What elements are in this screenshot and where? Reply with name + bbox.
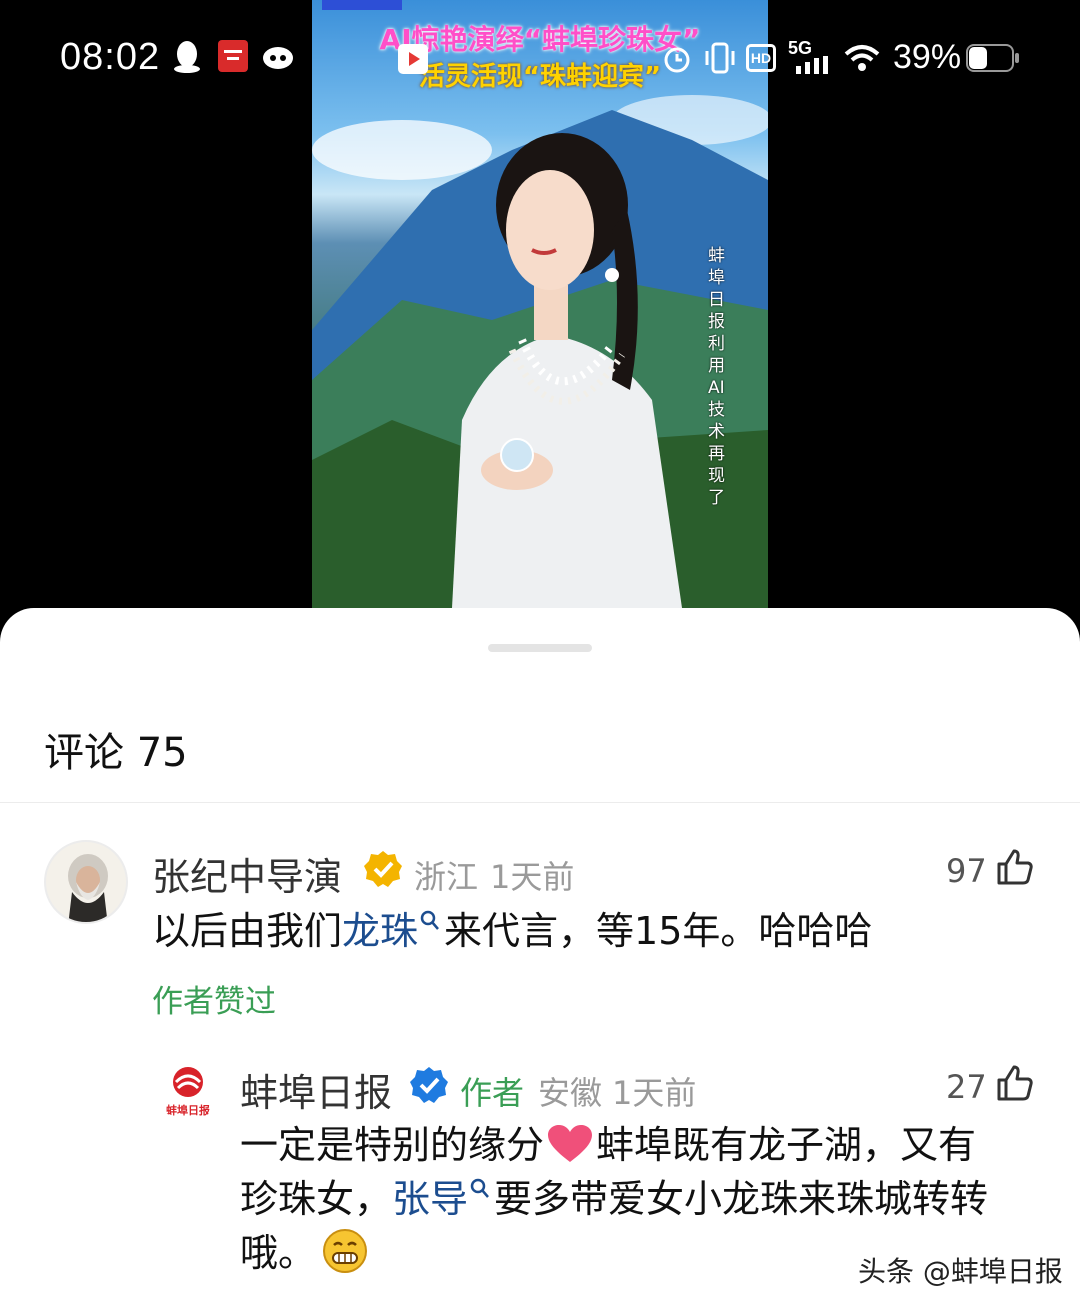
- avatar[interactable]: [44, 840, 128, 924]
- comment-location: 浙江: [414, 858, 479, 896]
- comment-text-before: 一定是特别的缘分: [240, 1123, 545, 1167]
- comment-text-after: 来代言，等15年。哈哈哈: [444, 909, 873, 953]
- comment-text: 以后由我们龙珠 来代言，等15年。哈哈哈: [152, 904, 872, 958]
- comment-text-line3: 哦。: [240, 1231, 317, 1275]
- drag-handle[interactable]: [488, 644, 592, 652]
- avatar[interactable]: 蚌埠日报: [158, 1062, 218, 1122]
- comment-time: 1天前: [490, 858, 575, 896]
- comment-text-mid: 蚌埠既有龙子湖，又有: [596, 1123, 977, 1167]
- wifi-icon: [844, 45, 880, 71]
- battery-icon: [966, 44, 1019, 72]
- signal-icon: [796, 56, 828, 74]
- grin-emoji-icon: [323, 1229, 368, 1273]
- comments-title: 评论 75: [44, 730, 188, 776]
- author-tag: 作者: [460, 1074, 525, 1112]
- verified-blue-icon: [410, 1067, 448, 1103]
- avatar-portrait-image: [68, 854, 108, 922]
- comment-text-before: 以后由我们: [152, 909, 343, 953]
- comment-time: 1天前: [612, 1074, 697, 1112]
- cat-app-icon: [263, 47, 293, 69]
- like-count: 27: [946, 1068, 987, 1106]
- status-time: 08:02: [60, 36, 161, 78]
- comment-search-link[interactable]: 张导: [392, 1177, 468, 1221]
- comment-search-link[interactable]: 龙珠: [342, 909, 418, 953]
- comment-text-line2-after: 要多带爱女小龙珠来珠城转转: [494, 1177, 989, 1221]
- battery-percent: 39%: [893, 38, 962, 76]
- video-app-icon: [398, 44, 428, 74]
- thumbs-up-icon[interactable]: [996, 1064, 1034, 1102]
- thumbs-up-icon[interactable]: [996, 848, 1034, 886]
- like-count: 97: [946, 852, 987, 890]
- alarm-icon: [664, 47, 690, 73]
- hd-icon: HD: [746, 44, 776, 72]
- comment-location: 安徽: [538, 1074, 603, 1112]
- qq-icon: [174, 41, 200, 73]
- video-vertical-caption: 蚌埠日报利用AI技术再现了: [708, 246, 725, 508]
- comment-line: 珍珠女，张导 要多带爱女小龙珠来珠城转转: [240, 1172, 1040, 1226]
- search-icon[interactable]: [470, 1178, 490, 1200]
- comment-line: 一定是特别的缘分 蚌埠既有龙子湖，又有: [240, 1118, 1040, 1172]
- heart-icon: [548, 1125, 593, 1162]
- comment-username[interactable]: 张纪中导演: [152, 846, 342, 901]
- author-liked-tag: 作者赞过: [152, 984, 276, 1020]
- vibrate-icon: [705, 42, 735, 74]
- status-bar: 08:02 HD 5G 39%: [0, 0, 1080, 110]
- search-icon[interactable]: [420, 910, 440, 932]
- divider: [0, 802, 1080, 803]
- study-app-icon: [218, 40, 248, 72]
- comment-text-line2-before: 珍珠女，: [240, 1177, 393, 1221]
- avatar-logo-text: 蚌埠日报: [166, 1104, 210, 1117]
- comments-sheet: 评论 75 张纪中导演 浙江 1天前 97 以后由我们龙珠 来代言，等15年。哈哈…: [0, 608, 1080, 1306]
- verified-gold-icon: [364, 851, 402, 887]
- comment-username[interactable]: 蚌埠日报: [240, 1062, 392, 1117]
- source-watermark: 头条 @蚌埠日报: [858, 1255, 1063, 1288]
